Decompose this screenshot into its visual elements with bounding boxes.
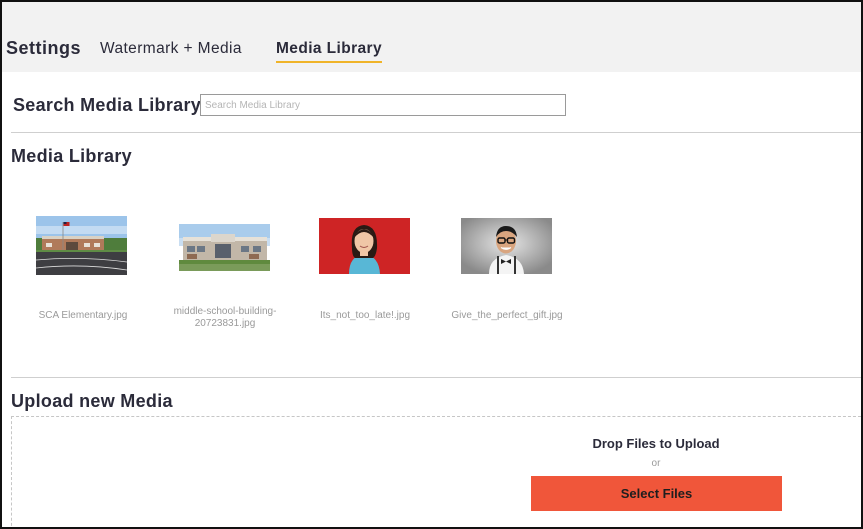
settings-header: Settings Watermark + Media Media Library: [2, 2, 861, 72]
boy-portrait-thumbnail[interactable]: [461, 218, 552, 274]
search-input[interactable]: [200, 94, 566, 116]
settings-window: Settings Watermark + Media Media Library…: [0, 0, 863, 529]
school-building-image: [36, 216, 127, 275]
girl-portrait-image: [319, 218, 410, 274]
girl-portrait-thumbnail[interactable]: [319, 218, 410, 274]
middle-school-image: [179, 224, 270, 271]
media-item-give-the-perfect-gift[interactable]: Give_the_perfect_gift.jpg: [442, 212, 572, 327]
select-files-button[interactable]: Select Files: [531, 476, 782, 511]
file-drop-zone[interactable]: [11, 416, 861, 527]
tab-media-library[interactable]: Media Library: [276, 40, 382, 63]
divider: [11, 377, 861, 378]
middle-school-thumbnail[interactable]: [179, 224, 270, 271]
page-title: Settings: [6, 38, 82, 58]
media-filename: SCA Elementary.jpg: [38, 310, 128, 321]
upload-new-media-title: Upload new Media: [11, 391, 173, 411]
media-library-title: Media Library: [11, 146, 132, 166]
media-item-middle-school-building[interactable]: middle-school-building- 20723831.jpg: [160, 212, 290, 337]
tab-watermark-media[interactable]: Watermark + Media: [100, 40, 242, 61]
media-item-its-not-too-late[interactable]: Its_not_too_late!.jpg: [300, 212, 430, 327]
boy-portrait-image: [461, 218, 552, 274]
search-label: Search Media Library: [13, 95, 202, 115]
media-filename: Give_the_perfect_gift.jpg: [451, 310, 563, 321]
media-filename: Its_not_too_late!.jpg: [319, 310, 411, 321]
or-text: or: [651, 458, 661, 469]
media-filename: middle-school-building- 20723831.jpg: [173, 306, 277, 329]
school-building-thumbnail[interactable]: [36, 216, 127, 275]
drop-files-text: Drop Files to Upload: [592, 436, 720, 451]
divider: [11, 132, 861, 133]
media-item-sca-elementary[interactable]: SCA Elementary.jpg: [18, 212, 148, 327]
